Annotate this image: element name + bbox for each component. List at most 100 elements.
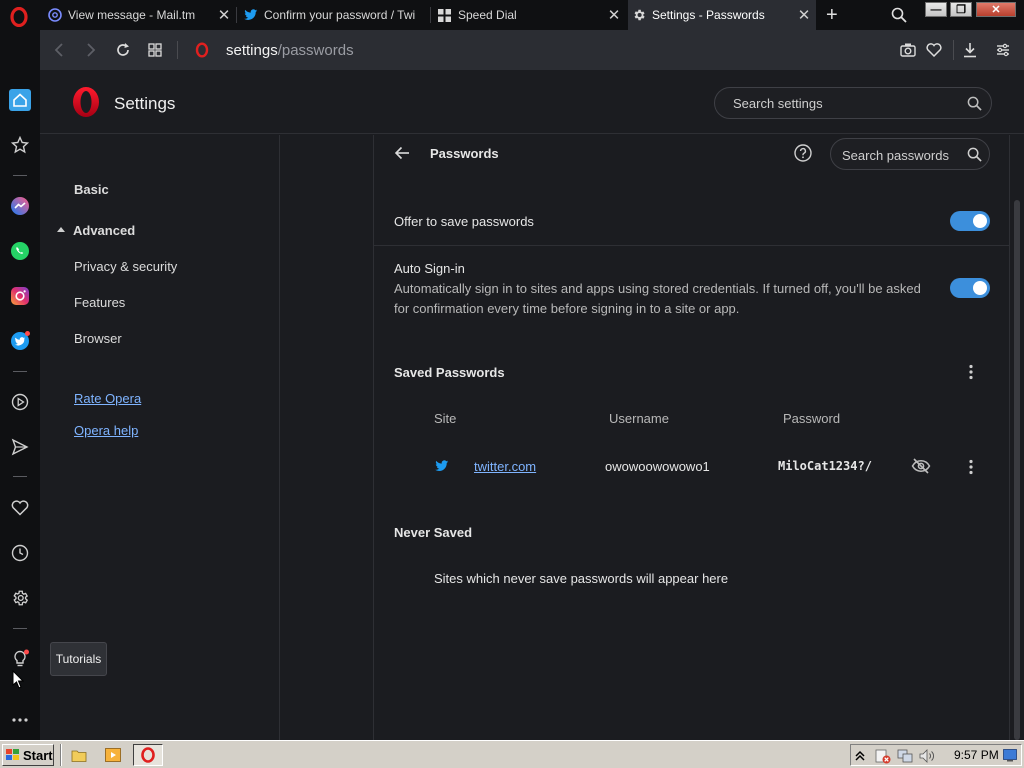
search-passwords-placeholder: Search passwords bbox=[842, 148, 949, 163]
opera-help-link[interactable]: Opera help bbox=[74, 423, 138, 438]
search-tabs-icon[interactable] bbox=[891, 7, 907, 23]
tab-strip: View message - Mail.tm ✕ Confirm your pa… bbox=[0, 0, 1024, 30]
search-passwords-input[interactable]: Search passwords bbox=[830, 138, 990, 170]
start-label: Start bbox=[23, 747, 53, 763]
easy-setup-icon[interactable] bbox=[996, 43, 1010, 57]
search-settings-input[interactable]: Search settings bbox=[714, 87, 992, 119]
divider bbox=[374, 245, 1010, 246]
close-icon[interactable]: ✕ bbox=[216, 7, 232, 24]
settings-gear-icon[interactable] bbox=[8, 586, 32, 610]
download-icon[interactable] bbox=[963, 42, 977, 58]
send-icon[interactable] bbox=[8, 435, 32, 459]
opera-logo-icon bbox=[71, 86, 101, 118]
network-icon[interactable] bbox=[897, 748, 913, 764]
auto-signin-label: Auto Sign-in bbox=[394, 261, 465, 276]
more-icon[interactable] bbox=[8, 708, 32, 732]
close-icon[interactable]: ✕ bbox=[606, 7, 622, 24]
caret-up-icon[interactable] bbox=[57, 226, 65, 232]
twitter-icon bbox=[435, 460, 449, 472]
password-row: twitter.com owowoowowowo1 MiloCat1234?/ bbox=[374, 445, 1010, 489]
player-icon[interactable] bbox=[8, 390, 32, 414]
messenger-icon[interactable] bbox=[8, 194, 32, 218]
offer-to-save-toggle[interactable] bbox=[950, 211, 990, 231]
search-settings-placeholder: Search settings bbox=[733, 96, 823, 111]
eye-off-icon[interactable] bbox=[911, 458, 931, 474]
reload-icon[interactable] bbox=[115, 42, 131, 58]
scrollbar-thumb[interactable] bbox=[1014, 200, 1020, 740]
rate-opera-link[interactable]: Rate Opera bbox=[74, 391, 141, 406]
column-username: Username bbox=[609, 411, 669, 426]
tab-mail[interactable]: View message - Mail.tm ✕ bbox=[44, 0, 232, 30]
explorer-icon[interactable] bbox=[68, 744, 90, 766]
camera-icon[interactable] bbox=[900, 42, 916, 57]
divider bbox=[13, 371, 27, 372]
window-close-button[interactable]: ✕ bbox=[976, 2, 1016, 17]
nav-features[interactable]: Features bbox=[74, 295, 125, 310]
security-alert-icon[interactable] bbox=[875, 748, 891, 764]
auto-signin-description: Automatically sign in to sites and apps … bbox=[394, 281, 921, 296]
home-icon[interactable] bbox=[8, 88, 32, 112]
media-player-icon[interactable] bbox=[102, 744, 124, 766]
minimize-button[interactable]: — bbox=[925, 2, 947, 17]
saved-passwords-menu-icon[interactable] bbox=[969, 364, 973, 380]
taskbar-clock[interactable]: 9:57 PM bbox=[954, 748, 999, 762]
show-desktop-icon[interactable] bbox=[1003, 749, 1017, 762]
auto-signin-toggle[interactable] bbox=[950, 278, 990, 298]
divider bbox=[953, 40, 954, 60]
site-link[interactable]: twitter.com bbox=[474, 459, 536, 474]
forward-icon[interactable] bbox=[85, 42, 97, 58]
tutorials-tooltip: Tutorials bbox=[50, 642, 107, 676]
volume-icon[interactable] bbox=[919, 748, 935, 764]
opera-page-icon bbox=[195, 42, 209, 58]
divider bbox=[13, 628, 27, 629]
tab-title: View message - Mail.tm bbox=[68, 8, 196, 22]
passwords-heading: Passwords bbox=[430, 146, 499, 161]
address-bar: settings/passwords bbox=[40, 30, 1024, 70]
column-site: Site bbox=[434, 411, 457, 426]
tab-grid-icon[interactable] bbox=[148, 43, 162, 57]
gear-icon bbox=[632, 8, 648, 22]
start-button[interactable]: Start bbox=[2, 744, 54, 766]
lightbulb-icon[interactable] bbox=[8, 647, 32, 671]
opera-menu-icon[interactable] bbox=[9, 7, 29, 27]
nav-privacy-security[interactable]: Privacy & security bbox=[74, 259, 177, 274]
windows-logo-icon bbox=[6, 749, 20, 761]
tab-settings-passwords[interactable]: Settings - Passwords ✕ bbox=[628, 0, 816, 30]
tab-title: Confirm your password / Twi bbox=[264, 8, 416, 22]
close-icon[interactable]: ✕ bbox=[796, 7, 812, 24]
windows-taskbar: Start 9:57 PM bbox=[0, 740, 1024, 768]
grid-icon bbox=[438, 8, 454, 22]
nav-basic[interactable]: Basic bbox=[74, 182, 109, 197]
saved-passwords-heading: Saved Passwords bbox=[394, 365, 505, 380]
nav-browser[interactable]: Browser bbox=[74, 331, 122, 346]
divider bbox=[13, 476, 27, 477]
back-icon[interactable] bbox=[53, 42, 65, 58]
password-row-menu-icon[interactable] bbox=[969, 459, 973, 475]
new-tab-button[interactable]: + bbox=[826, 5, 844, 25]
whatsapp-icon[interactable] bbox=[8, 239, 32, 263]
settings-header: Settings Search settings bbox=[40, 70, 1024, 134]
help-icon[interactable] bbox=[794, 144, 812, 162]
nav-advanced[interactable]: Advanced bbox=[73, 223, 135, 238]
restore-button[interactable]: ❐ bbox=[950, 2, 972, 17]
twitter-icon[interactable] bbox=[8, 329, 32, 353]
taskbar-opera-button[interactable] bbox=[133, 744, 163, 766]
url-path: /passwords bbox=[277, 42, 354, 59]
divider bbox=[60, 744, 62, 766]
tab-twitter[interactable]: Confirm your password / Twi bbox=[240, 0, 428, 30]
page-title: Settings bbox=[114, 94, 176, 113]
star-icon[interactable] bbox=[8, 133, 32, 157]
system-tray: 9:57 PM bbox=[850, 744, 1022, 766]
heart-icon[interactable] bbox=[926, 43, 942, 57]
username-value: owowoowowowo1 bbox=[605, 459, 710, 474]
heart-icon[interactable] bbox=[8, 496, 32, 520]
history-icon[interactable] bbox=[8, 541, 32, 565]
offer-to-save-label: Offer to save passwords bbox=[394, 214, 534, 229]
tab-speed-dial[interactable]: Speed Dial ✕ bbox=[434, 0, 622, 30]
chevron-up-icon[interactable] bbox=[855, 749, 865, 761]
content-gutter bbox=[280, 135, 374, 740]
instagram-icon[interactable] bbox=[8, 284, 32, 308]
mail-icon bbox=[48, 8, 64, 22]
url-field[interactable]: settings/passwords bbox=[226, 42, 354, 59]
back-arrow-icon[interactable] bbox=[394, 146, 410, 160]
